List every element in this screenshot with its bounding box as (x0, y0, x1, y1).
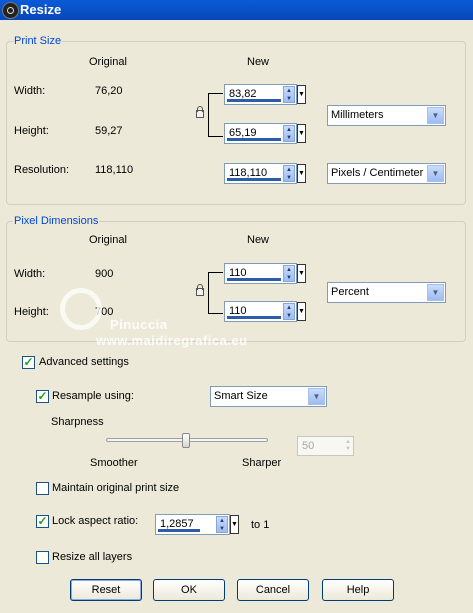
print-width-original: 76,20 (95, 85, 123, 97)
resample-method-select[interactable]: Smart Size ▼ (210, 386, 327, 407)
pixel-original-header: Original (89, 234, 127, 246)
sharpness-value: 50 (302, 440, 315, 452)
pixel-width-field[interactable]: 110 ▲ ▼ (224, 263, 297, 284)
print-resolution-menu-button[interactable]: ▼ (297, 164, 306, 183)
print-height-label: Height: (14, 125, 49, 137)
pixel-units-select[interactable]: Percent ▼ (327, 282, 446, 303)
maintain-print-size-checkbox[interactable] (36, 482, 49, 495)
resize-all-layers-label: Resize all layers (52, 551, 133, 563)
cancel-button[interactable]: Cancel (237, 579, 309, 601)
print-original-header: Original (89, 56, 127, 68)
spinner-arrows-icon[interactable]: ▲ ▼ (283, 303, 295, 320)
advanced-settings-label: Advanced settings (39, 356, 129, 368)
print-height-menu-button[interactable]: ▼ (297, 124, 306, 143)
chevron-down-icon[interactable]: ▼ (427, 165, 444, 182)
print-width-menu-button[interactable]: ▼ (297, 85, 306, 104)
app-icon (2, 2, 19, 19)
chevron-down-icon[interactable]: ▼ (427, 284, 444, 301)
window-title: Resize (20, 2, 62, 17)
print-units-value: Millimeters (331, 109, 384, 121)
lock-icon[interactable] (196, 106, 204, 118)
aspect-ratio-menu-button[interactable]: ▼ (230, 515, 239, 534)
pixel-height-menu-button[interactable]: ▼ (297, 302, 306, 321)
watermark-url: www.maidiregrafica.eu (96, 333, 248, 348)
pixel-units-value: Percent (331, 286, 369, 298)
lock-aspect-label: Lock aspect ratio: (52, 515, 139, 527)
spinner-arrows-icon[interactable]: ▲ ▼ (283, 125, 295, 142)
help-button[interactable]: Help (322, 579, 394, 601)
print-width-label: Width: (14, 85, 46, 97)
spinner-arrows-icon[interactable]: ▲ ▼ (216, 516, 228, 533)
advanced-settings-checkbox[interactable]: ✓ (22, 356, 35, 369)
pixel-width-original: 900 (95, 268, 114, 280)
pixel-width-label: Width: (14, 268, 46, 280)
resolution-units-value: Pixels / Centimeter (331, 167, 424, 179)
sharpness-label: Sharpness (51, 416, 104, 428)
print-aspect-bracket (208, 93, 223, 137)
print-width-field[interactable]: 83,82 ▲ ▼ (224, 84, 297, 105)
sharpness-left-label: Smoother (90, 457, 138, 469)
print-size-group-label: Print Size (13, 35, 63, 47)
resolution-units-select[interactable]: Pixels / Centimeter ▼ (327, 163, 446, 184)
sharpness-slider-thumb[interactable] (182, 433, 190, 448)
resample-label: Resample using: (52, 390, 134, 402)
spinner-arrows-icon[interactable]: ▲ ▼ (283, 86, 295, 103)
watermark-logo (60, 288, 102, 330)
sharpness-right-label: Sharper (242, 457, 282, 469)
print-units-select[interactable]: Millimeters ▼ (327, 105, 446, 126)
chevron-down-icon[interactable]: ▼ (427, 107, 444, 124)
pixel-aspect-bracket (208, 272, 223, 314)
resize-all-layers-checkbox[interactable] (36, 551, 49, 564)
resample-method-value: Smart Size (214, 390, 268, 402)
lock-aspect-checkbox[interactable]: ✓ (36, 515, 49, 528)
aspect-ratio-field[interactable]: 1,2857 ▲ ▼ (155, 514, 230, 535)
maintain-print-size-label: Maintain original print size (52, 482, 180, 494)
title-bar[interactable]: Resize (0, 0, 473, 20)
print-resolution-original: 118,110 (95, 164, 134, 176)
pixel-new-header: New (247, 234, 270, 246)
ok-button[interactable]: OK (153, 579, 225, 601)
lock-icon[interactable] (196, 284, 204, 296)
spinner-arrows-icon[interactable]: ▲ ▼ (283, 265, 295, 282)
pixel-height-label: Height: (14, 306, 49, 318)
print-height-field[interactable]: 65,19 ▲ ▼ (224, 123, 297, 144)
print-height-original: 59,27 (95, 125, 123, 137)
resample-checkbox[interactable]: ✓ (36, 390, 49, 403)
watermark-name: Pinuccia (110, 317, 168, 332)
print-new-header: New (247, 56, 270, 68)
pixel-dimensions-group-label: Pixel Dimensions (13, 215, 100, 227)
sharpness-value-field[interactable]: 50 ▲ ▼ (297, 436, 354, 456)
print-resolution-field[interactable]: 118,110 ▲ ▼ (224, 163, 297, 184)
pixel-width-menu-button[interactable]: ▼ (297, 264, 306, 283)
aspect-ratio-suffix: to 1 (251, 519, 270, 531)
chevron-down-icon[interactable]: ▼ (308, 388, 325, 405)
print-resolution-label: Resolution: (14, 164, 70, 176)
spinner-arrows-icon[interactable]: ▲ ▼ (283, 165, 295, 182)
pixel-height-field[interactable]: 110 ▲ ▼ (224, 301, 297, 322)
reset-button[interactable]: Reset (70, 579, 142, 601)
